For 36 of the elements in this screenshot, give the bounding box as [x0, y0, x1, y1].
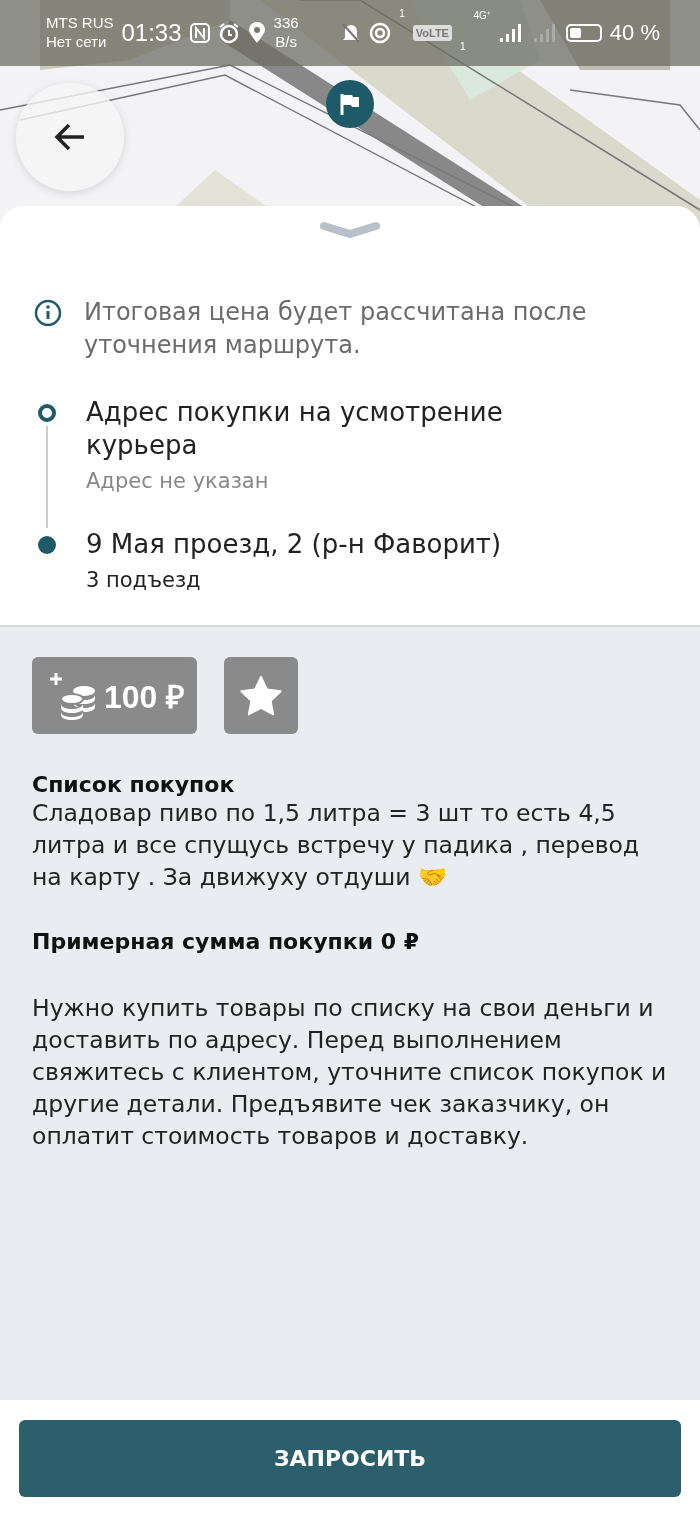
signal-icon	[531, 22, 558, 44]
nfc-icon	[189, 23, 210, 43]
bonus-amount: 100 ₽	[104, 678, 186, 717]
alarm-icon	[217, 22, 240, 44]
battery-percent: 40 %	[609, 20, 660, 46]
network-status: Нет сети	[46, 33, 108, 52]
estimated-sum: Примерная сумма покупки 0 ₽	[32, 929, 420, 954]
flag-icon	[339, 92, 361, 116]
speed-unit: B/s	[275, 33, 297, 52]
battery-icon	[565, 24, 602, 42]
info-icon	[34, 299, 62, 327]
request-button[interactable]: ЗАПРОСИТЬ	[19, 1420, 681, 1497]
star-icon	[239, 674, 284, 717]
route-end-dot	[38, 536, 56, 554]
network-type: 4G⁺	[473, 9, 490, 22]
hotspot-icon	[369, 22, 392, 44]
hotspot-count: 1	[399, 8, 405, 19]
volte-badge: VoLTE	[412, 25, 452, 41]
volte-sim: 1	[459, 41, 466, 52]
back-arrow-icon	[54, 123, 86, 151]
status-time: 01:33	[121, 19, 182, 47]
signal-icon	[497, 22, 524, 44]
bell-muted-icon	[341, 22, 362, 44]
price-note: Итоговая цена будет рассчитана после уточнения маршрута.	[84, 297, 588, 361]
list-title: Список покупок	[32, 772, 236, 797]
route-start-dot	[38, 404, 56, 422]
carrier-name: MTS RUS	[46, 14, 114, 33]
instructions-text: Нужно купить товары по списку на свои деньги и доставить по адресу. Перед выполнением свяжитесь с клиентом, уточните список покупок и другие детали. Предъявите чек заказчику, он оплатит стоимость товаров и доставку.	[32, 993, 668, 1152]
route-address: Адрес покупки на усмотрение курьера	[86, 396, 504, 462]
route-address: 9 Мая проезд, 2 (р-н Фаворит)	[86, 528, 502, 561]
speed-value: 336	[273, 14, 299, 33]
location-icon	[247, 22, 266, 44]
route-detail: 3 подъезд	[86, 567, 202, 594]
favorite-button[interactable]	[224, 657, 299, 734]
list-text: Сладовар пиво по 1,5 литра = 3 шт то есть 4,5 литра и все спущусь встречу у падика , перевод на карту . За движуху отдуши 🤝	[32, 798, 641, 893]
route-detail: Адрес не указан	[86, 468, 270, 495]
